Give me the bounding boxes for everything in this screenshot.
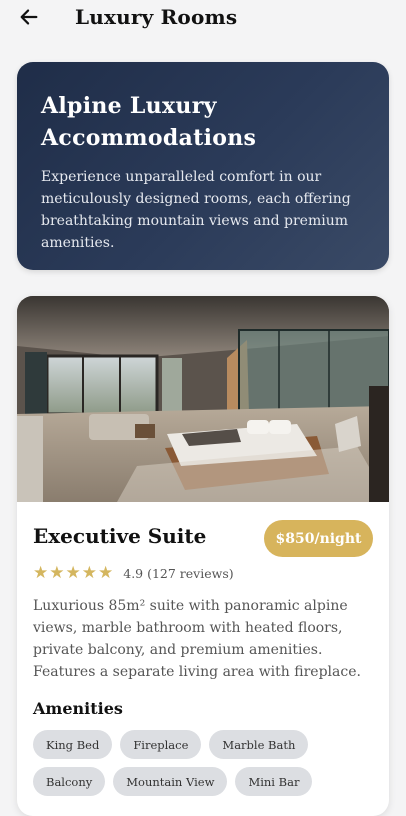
amenity-chip: Mountain View	[113, 767, 228, 796]
price-badge: $850/night	[264, 520, 373, 557]
amenity-chip: Balcony	[33, 767, 106, 796]
star-icon: ★	[81, 563, 97, 583]
star-icon: ★	[98, 563, 114, 583]
amenities-list: King Bed Fireplace Marble Bath Balcony M…	[33, 730, 378, 796]
rating-text: 4.9 (127 reviews)	[123, 565, 234, 581]
page-title: Luxury Rooms	[75, 5, 238, 29]
arrow-left-icon	[20, 9, 38, 25]
top-app-bar: Luxury Rooms	[0, 0, 406, 38]
star-icon: ★	[33, 563, 49, 583]
room-description: Luxurious 85m² suite with panoramic alpi…	[33, 598, 361, 680]
room-name: Executive Suite	[33, 524, 207, 548]
amenity-chip: King Bed	[33, 730, 113, 759]
star-icon: ★	[65, 563, 81, 583]
hero-description: Experience unparalleled comfort in our m…	[41, 169, 351, 251]
hero-title: Alpine Luxury Accommodations	[41, 93, 257, 151]
back-button[interactable]	[16, 4, 42, 30]
rating: ★ ★ ★ ★ ★ 4.9 (127 reviews)	[33, 564, 234, 582]
amenity-chip: Marble Bath	[209, 730, 309, 759]
amenities-heading: Amenities	[33, 699, 123, 718]
room-card[interactable]: Executive Suite $850/night ★ ★ ★ ★ ★ 4.9…	[17, 296, 389, 816]
star-rating: ★ ★ ★ ★ ★	[33, 564, 113, 582]
amenity-chip: Mini Bar	[235, 767, 313, 796]
star-icon: ★	[49, 563, 65, 583]
amenity-chip: Fireplace	[120, 730, 202, 759]
room-photo	[17, 296, 389, 502]
hero-banner: Alpine Luxury Accommodations Experience …	[17, 62, 389, 270]
